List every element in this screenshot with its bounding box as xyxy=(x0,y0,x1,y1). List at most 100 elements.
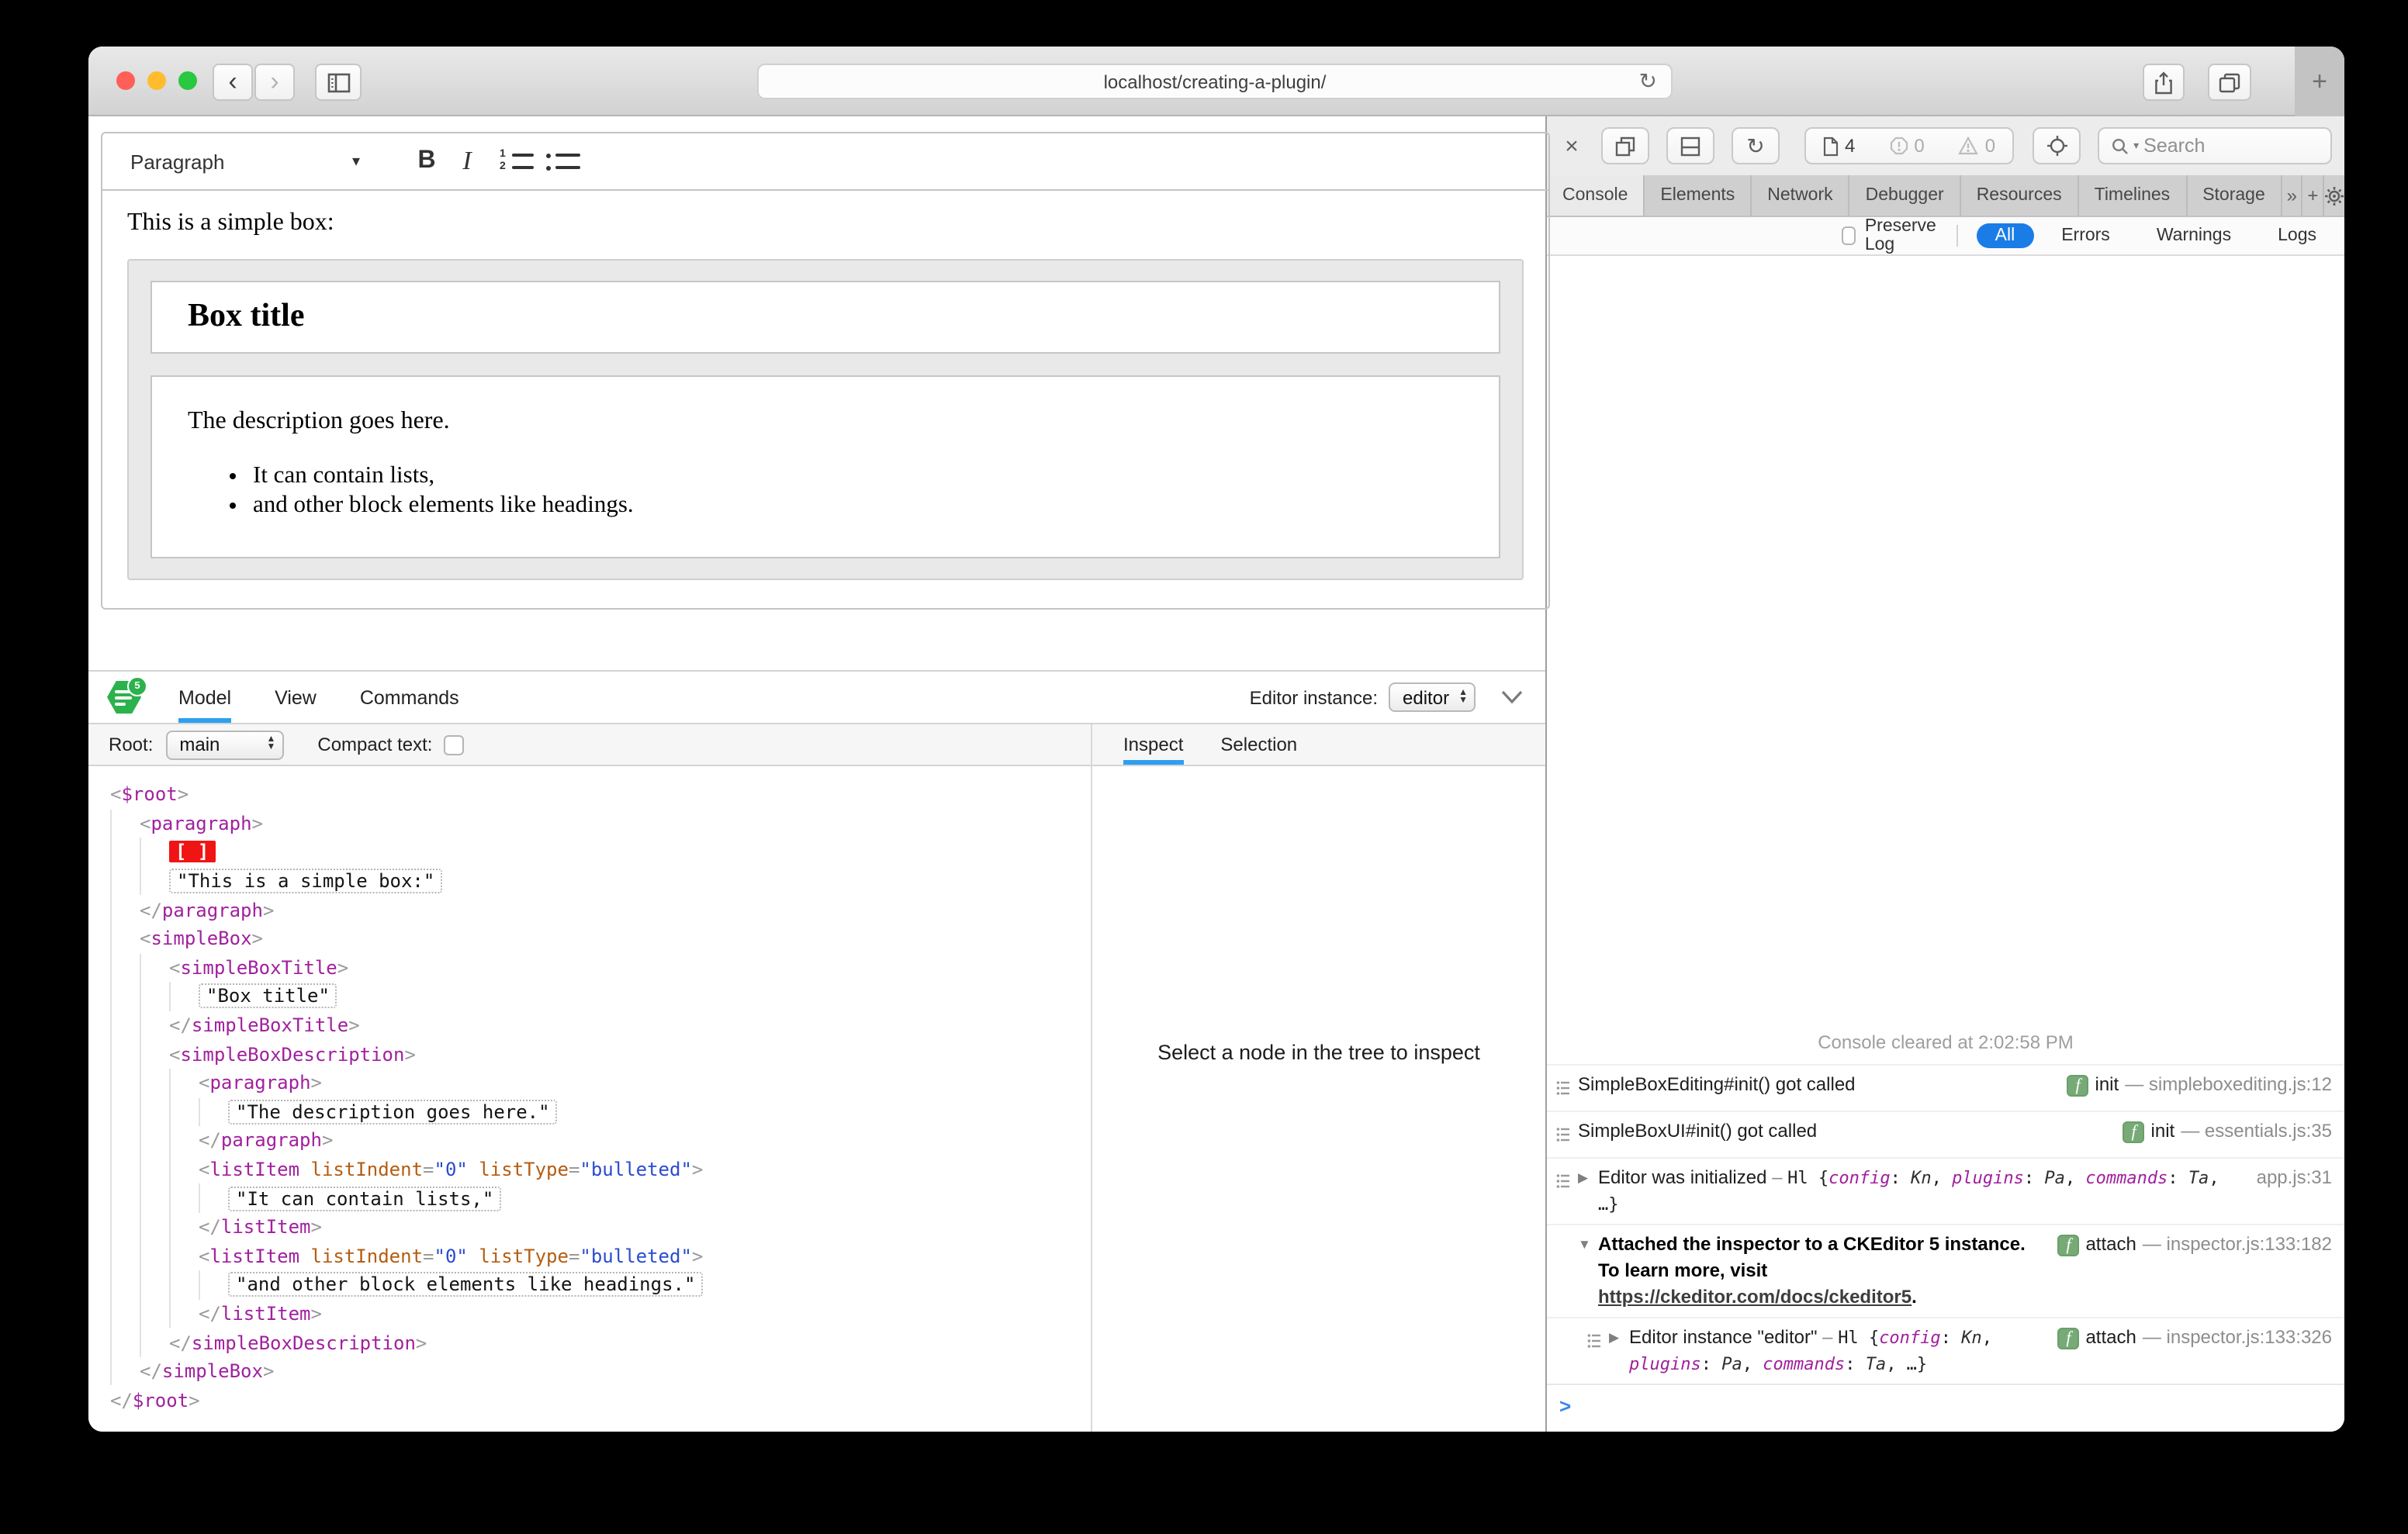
description-list-item[interactable]: and other block elements like headings. xyxy=(253,490,1463,520)
share-button[interactable] xyxy=(2143,64,2185,101)
model-tree-line[interactable]: "This is a simple box:" xyxy=(110,866,1091,896)
devtools-tab-console[interactable]: Console xyxy=(1547,175,1645,216)
filter-pill-warnings[interactable]: Warnings xyxy=(2138,223,2250,248)
editor-editable[interactable]: This is a simple box: Box title The desc… xyxy=(102,191,1548,580)
devtools-tab-storage[interactable]: Storage xyxy=(2187,175,2282,216)
tree-token-tag: listItem xyxy=(209,1245,300,1267)
simple-box-title[interactable]: Box title xyxy=(150,281,1500,354)
model-tree-line[interactable]: </listItem > xyxy=(110,1212,1091,1242)
disclosure-triangle-icon[interactable]: ▶ xyxy=(1609,1325,1629,1346)
description-text[interactable]: The description goes here. xyxy=(188,408,1463,436)
model-tree-line[interactable]: < simpleBox > xyxy=(110,924,1091,954)
warning-count[interactable]: 0 xyxy=(1942,135,2012,157)
model-tree-line[interactable]: </$root > xyxy=(110,1386,1091,1415)
console-entry[interactable]: ▶ Editor was initialized – Hl {config: Kn… xyxy=(1547,1157,2344,1224)
disclosure-triangle-icon[interactable]: ▶ xyxy=(1578,1165,1598,1187)
document-count[interactable]: 4 xyxy=(1806,135,1872,157)
devtools-settings-button[interactable] xyxy=(2324,175,2344,216)
simple-box-widget[interactable]: Box title The description goes here. It … xyxy=(127,259,1524,580)
description-list-item[interactable]: It can contain lists, xyxy=(253,461,1463,490)
model-tree-line[interactable]: < paragraph > xyxy=(110,1068,1091,1098)
italic-button[interactable]: I xyxy=(447,146,487,177)
reload-icon[interactable]: ↻ xyxy=(1639,68,1657,95)
error-count[interactable]: 0 xyxy=(1872,135,1941,157)
bulleted-list-button[interactable] xyxy=(546,150,580,172)
inspector-tab-model[interactable]: Model xyxy=(178,672,232,723)
model-tree-line[interactable]: < listItem listIndent = "0" listType = "bulle… xyxy=(110,1242,1091,1271)
disclosure-triangle-icon[interactable]: ▼ xyxy=(1578,1232,1598,1252)
editor-paragraph[interactable]: This is a simple box: xyxy=(127,209,1524,237)
bold-button[interactable]: B xyxy=(407,147,447,175)
indent-guide xyxy=(169,1126,199,1156)
model-tree-line[interactable]: < $root > xyxy=(110,780,1091,809)
simple-box-description[interactable]: The description goes here. It can contai… xyxy=(150,375,1500,558)
model-tree-line[interactable]: < simpleBoxDescription > xyxy=(110,1039,1091,1069)
model-tree-line[interactable]: </simpleBoxDescription > xyxy=(110,1328,1091,1357)
add-tab-button[interactable]: + xyxy=(2303,175,2324,216)
minimize-window-button[interactable] xyxy=(147,71,166,90)
node-pane-tab-inspect[interactable]: Inspect xyxy=(1123,724,1184,765)
back-button[interactable]: ‹ xyxy=(213,64,253,101)
source-location-link[interactable]: — inspector.js:133:182 xyxy=(2143,1233,2332,1255)
inspector-tab-commands[interactable]: Commands xyxy=(360,672,459,723)
zoom-window-button[interactable] xyxy=(178,71,197,90)
close-devtools-button[interactable]: × xyxy=(1559,133,1584,159)
model-tree-line[interactable]: </paragraph > xyxy=(110,1126,1091,1156)
address-bar[interactable]: localhost/creating-a-plugin/ ↻ xyxy=(757,64,1673,99)
model-tree-line[interactable]: </simpleBoxTitle > xyxy=(110,1011,1091,1040)
filter-pill-logs[interactable]: Logs xyxy=(2259,223,2335,248)
model-tree-line[interactable]: "Box title" xyxy=(110,982,1091,1011)
model-tree-line[interactable]: </listItem > xyxy=(110,1299,1091,1328)
close-window-button[interactable] xyxy=(116,71,135,90)
devtools-tab-elements[interactable]: Elements xyxy=(1645,175,1752,216)
editor-instance-select[interactable]: editor ▲ ▼ xyxy=(1389,682,1476,712)
console-prompt[interactable]: > xyxy=(1547,1384,2344,1432)
dock-side-button[interactable] xyxy=(1666,127,1714,164)
model-tree-line[interactable]: "and other block elements like headings.… xyxy=(110,1270,1091,1300)
root-select[interactable]: main ▲ ▼ xyxy=(165,730,284,759)
devtools-tab-network[interactable]: Network xyxy=(1752,175,1850,216)
preserve-log-checkbox[interactable] xyxy=(1842,226,1856,245)
numbered-list-button[interactable]: 1 2 xyxy=(500,149,534,172)
model-tree-line[interactable]: [ ] xyxy=(110,838,1091,867)
indent-guide xyxy=(169,1212,199,1242)
reload-page-button[interactable]: ↻ xyxy=(1732,127,1780,164)
compact-text-checkbox[interactable] xyxy=(443,734,464,755)
console-entry[interactable]: ▼ Attached the inspector to a CKEditor 5 … xyxy=(1547,1224,2344,1317)
console-link[interactable]: https://ckeditor.com/docs/ckeditor5 xyxy=(1598,1286,1912,1308)
model-tree-line[interactable]: "The description goes here." xyxy=(110,1097,1091,1127)
source-location-link[interactable]: — essentials.js:35 xyxy=(2181,1120,2332,1142)
new-tab-button[interactable]: + xyxy=(2295,47,2344,116)
detach-devtools-button[interactable] xyxy=(1601,127,1649,164)
console-entry[interactable]: ▶ Editor instance "editor" – Hl {config: … xyxy=(1547,1317,2344,1384)
model-tree[interactable]: < $root > < paragraph >[ ] "This is a simple b… xyxy=(88,766,1091,1432)
devtools-tab-resources[interactable]: Resources xyxy=(1961,175,2079,216)
model-tree-line[interactable]: </simpleBox > xyxy=(110,1356,1091,1386)
node-pane-tab-selection[interactable]: Selection xyxy=(1220,724,1297,765)
console-entry[interactable]: SimpleBoxUI#init() got called f init — esse… xyxy=(1547,1111,2344,1157)
model-tree-line[interactable]: "It can contain lists," xyxy=(110,1183,1091,1213)
devtools-search-field[interactable]: ▾ Search xyxy=(2098,127,2332,164)
heading-dropdown[interactable]: Paragraph ▾ xyxy=(118,150,372,173)
more-tabs-button[interactable]: » xyxy=(2282,175,2303,216)
model-tree-line[interactable]: </paragraph > xyxy=(110,895,1091,924)
devtools-tab-debugger[interactable]: Debugger xyxy=(1850,175,1961,216)
console-entry[interactable]: SimpleBoxEditing#init() got called f init —… xyxy=(1547,1064,2344,1111)
source-location-link[interactable]: — inspector.js:133:326 xyxy=(2143,1326,2332,1348)
source-location-link[interactable]: app.js:31 xyxy=(2257,1166,2332,1188)
source-location-link[interactable]: — simpleboxediting.js:12 xyxy=(2125,1073,2332,1095)
inspector-tab-view[interactable]: View xyxy=(275,672,317,723)
element-picker-button[interactable] xyxy=(2033,127,2081,164)
forward-button[interactable]: › xyxy=(254,64,295,101)
model-tree-line[interactable]: < simpleBoxTitle > xyxy=(110,953,1091,983)
tree-token-eq: = xyxy=(568,1159,580,1181)
tree-token-br: > xyxy=(189,1389,200,1411)
inspector-collapse-button[interactable] xyxy=(1500,683,1524,711)
model-tree-line[interactable]: < listItem listIndent = "0" listType = "bulle… xyxy=(110,1155,1091,1184)
sidebar-toggle-button[interactable] xyxy=(315,64,362,101)
show-tabs-button[interactable] xyxy=(2208,64,2251,101)
model-tree-line[interactable]: < paragraph > xyxy=(110,809,1091,838)
filter-pill-errors[interactable]: Errors xyxy=(2043,223,2129,248)
devtools-tab-timelines[interactable]: Timelines xyxy=(2079,175,2188,216)
filter-pill-all[interactable]: All xyxy=(1976,223,2034,248)
